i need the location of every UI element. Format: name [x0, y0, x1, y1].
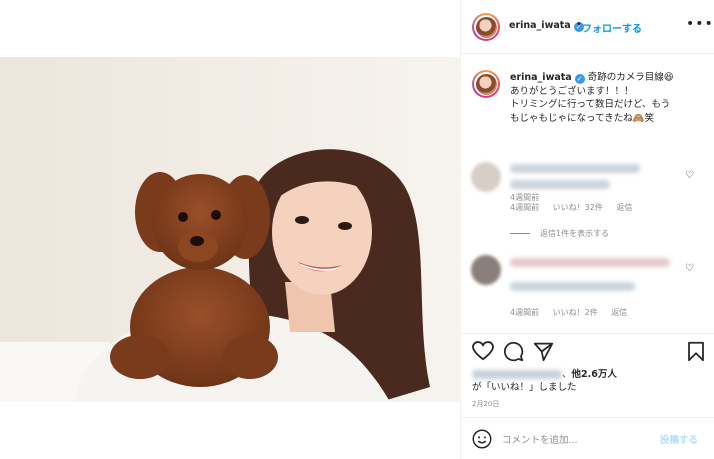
comment-text-blurred: [510, 282, 635, 291]
more-options-icon[interactable]: •••: [686, 16, 714, 32]
comment-text-blurred: [510, 164, 640, 173]
liker-name-blurred[interactable]: [472, 370, 562, 379]
likes-suffix: が「いいね！」しました: [472, 382, 577, 393]
photo-illustration: [0, 57, 461, 402]
heart-icon[interactable]: ♡: [685, 263, 694, 274]
emoji-icon[interactable]: [472, 429, 492, 449]
comment-reply-button[interactable]: 返信: [611, 308, 627, 317]
follow-button[interactable]: フォローする: [582, 20, 642, 35]
comment-meta: 4週間前 いいね！2件 返信: [510, 307, 638, 318]
caption-text: erina_iwata ✓ 奇跡のカメラ目線😆 ありがとうございます！！！ トリミ…: [510, 71, 710, 125]
post-actions: [461, 333, 714, 369]
post-photo[interactable]: [0, 57, 461, 402]
post-date[interactable]: 2月20日: [472, 399, 499, 409]
comment-text-blurred: [510, 180, 610, 189]
comment-time: 4週間前: [510, 308, 540, 317]
add-comment-bar: コメントを追加... 投稿する: [461, 417, 714, 459]
view-replies[interactable]: 返信1件を表示する: [510, 228, 609, 239]
caption-avatar[interactable]: [472, 70, 500, 98]
comment-time: 4週間前: [510, 203, 540, 212]
comment-text-blurred: [510, 258, 670, 267]
post-header: erina_iwata ✓ • フォローする •••: [461, 0, 714, 54]
author-username[interactable]: erina_iwata ✓: [509, 20, 584, 32]
heart-icon[interactable]: [472, 341, 494, 361]
verified-badge-icon: ✓: [574, 74, 585, 84]
caption-line-4: もじゃもじゃになってきたね🙈笑: [510, 112, 655, 124]
bookmark-icon[interactable]: [687, 341, 705, 362]
post-comment-button[interactable]: 投稿する: [660, 432, 698, 446]
comment-avatar[interactable]: [471, 255, 501, 285]
comment-avatar[interactable]: [471, 162, 501, 192]
share-icon[interactable]: [533, 341, 554, 362]
post-media-area: [0, 0, 461, 459]
caption-username[interactable]: erina_iwata: [510, 72, 572, 83]
comment-icon[interactable]: [503, 341, 524, 362]
comment-likes[interactable]: いいね！32件: [553, 203, 603, 212]
author-avatar[interactable]: [472, 13, 500, 41]
replies-divider: [510, 233, 530, 234]
comment-reply-button[interactable]: 返信: [616, 203, 632, 212]
post-side-panel: erina_iwata ✓ • フォローする ••• erina_iwata ✓ 奇…: [461, 0, 714, 459]
likes-summary: 、他2.6万人 が「いいね！」しました: [472, 369, 617, 393]
caption-line-1: 奇跡のカメラ目線😆: [587, 72, 674, 83]
comment-input[interactable]: コメントを追加...: [502, 432, 578, 446]
comment-meta: 4週間前 いいね！32件 返信: [510, 202, 643, 213]
caption-line-3: トリミングに行って数日だけど、もう: [510, 99, 671, 110]
likes-count[interactable]: 他2.6万人: [572, 369, 617, 380]
view-replies-label[interactable]: 返信1件を表示する: [540, 229, 609, 238]
heart-icon[interactable]: ♡: [685, 170, 694, 181]
comment-likes[interactable]: いいね！2件: [553, 308, 598, 317]
caption-line-2: ありがとうございます！！！: [510, 85, 634, 97]
